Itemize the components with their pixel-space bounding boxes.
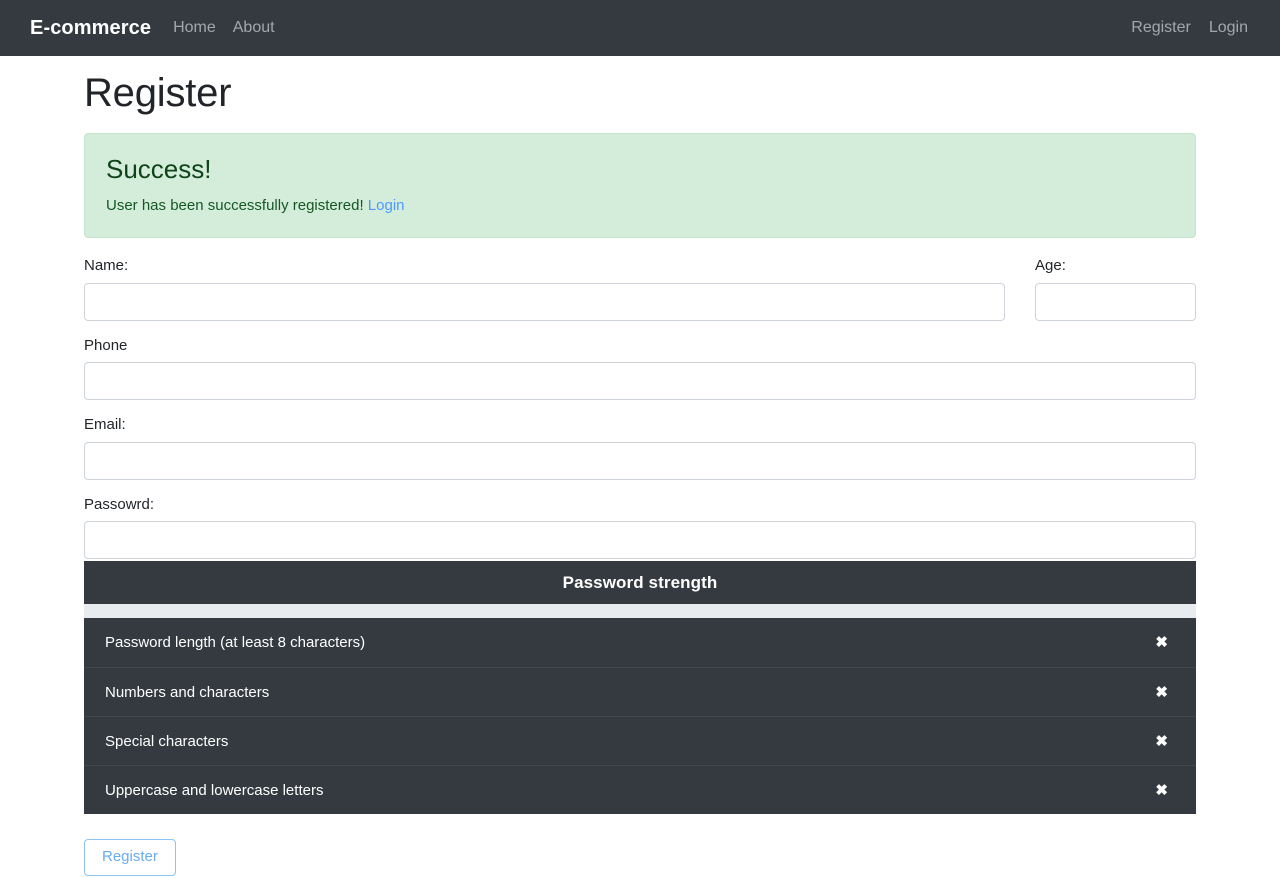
brand-logo[interactable]: E-commerce — [30, 17, 151, 40]
submit-row: Register — [84, 839, 1196, 876]
navbar-left-links: Home About — [173, 19, 275, 37]
register-form: Name: Age: Phone Email: Passowrd: Passwo… — [84, 256, 1196, 876]
success-alert: Success! User has been successfully regi… — [84, 133, 1196, 238]
page-title: Register — [84, 71, 232, 115]
nav-link-about[interactable]: About — [233, 19, 275, 37]
nav-link-home[interactable]: Home — [173, 19, 216, 37]
password-field-group: Passowrd: — [84, 495, 1196, 559]
phone-label: Phone — [84, 336, 128, 354]
navbar-right-links: Register Login — [1131, 19, 1258, 37]
requirement-label: Special characters — [105, 732, 229, 750]
name-field-group: Name: — [84, 256, 1005, 321]
age-label: Age: — [1035, 257, 1066, 274]
requirement-label: Uppercase and lowercase letters — [105, 781, 324, 799]
cross-icon: ✖ — [1155, 683, 1168, 701]
requirement-label: Password length (at least 8 characters) — [105, 634, 366, 651]
name-label: Name: — [84, 257, 129, 274]
list-item: Numbers and characters ✖ — [84, 667, 1196, 716]
list-item: Special characters ✖ — [84, 716, 1196, 765]
list-item: Password length (at least 8 characters) … — [84, 618, 1196, 667]
alert-message-text: User has been successfully registered! — [106, 197, 364, 215]
page-container: Register Success! User has been successf… — [84, 69, 1196, 876]
email-input[interactable] — [84, 441, 1196, 480]
password-strength-progress-track — [84, 604, 1196, 618]
top-navbar: E-commerce Home About Register Login — [0, 0, 1280, 56]
register-button[interactable]: Register — [84, 839, 176, 876]
age-input[interactable] — [1035, 282, 1196, 321]
password-strength-title: Password strength — [562, 573, 718, 592]
phone-input[interactable] — [84, 362, 1196, 400]
alert-message: User has been successfully registered! L… — [106, 197, 1174, 214]
list-item: Uppercase and lowercase letters ✖ — [84, 765, 1196, 814]
cross-icon: ✖ — [1155, 781, 1168, 799]
password-strength-panel: Password strength Password length (at le… — [84, 561, 1196, 814]
alert-login-link[interactable]: Login — [368, 197, 405, 214]
cross-icon: ✖ — [1155, 634, 1168, 651]
password-requirements-list: Password length (at least 8 characters) … — [84, 618, 1196, 814]
nav-link-register[interactable]: Register — [1131, 19, 1191, 37]
password-input[interactable] — [84, 521, 1196, 559]
name-age-row: Name: Age: — [84, 256, 1196, 336]
email-label: Email: — [84, 416, 126, 433]
cross-icon: ✖ — [1155, 732, 1168, 750]
age-field-group: Age: — [1035, 256, 1196, 321]
alert-heading: Success! — [106, 154, 212, 184]
phone-field-group: Phone — [84, 336, 1196, 400]
password-label: Passowrd: — [84, 495, 155, 513]
name-input[interactable] — [84, 282, 1005, 321]
nav-link-login[interactable]: Login — [1209, 19, 1248, 37]
requirement-label: Numbers and characters — [105, 683, 270, 701]
email-field-group: Email: — [84, 415, 1196, 480]
